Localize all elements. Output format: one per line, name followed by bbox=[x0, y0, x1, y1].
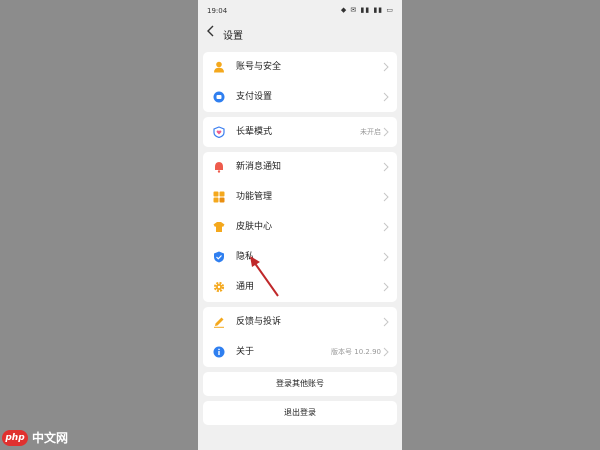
title-bar: 设置 bbox=[198, 22, 402, 44]
chevron-right-icon bbox=[383, 222, 389, 232]
status-icons: ◆ ✉ ▮▮ ▮▮ ▭ bbox=[340, 6, 394, 14]
pencil-icon bbox=[214, 317, 224, 328]
settings-item-feature-management[interactable]: 功能管理 bbox=[203, 182, 397, 212]
annotation-arrow bbox=[250, 256, 279, 297]
features-group: 新消息通知 功能管理 皮肤中心 隐私 通用 bbox=[203, 152, 397, 302]
settings-item-label: 新消息通知 bbox=[236, 162, 282, 172]
account-group: 账号与安全 支付设置 bbox=[203, 52, 397, 112]
settings-item-account-security[interactable]: 账号与安全 bbox=[203, 52, 397, 82]
chevron-right-icon bbox=[383, 62, 389, 72]
login-other-account-button[interactable]: 登录其他账号 bbox=[203, 372, 397, 396]
settings-item-feedback[interactable]: 反馈与投诉 bbox=[203, 307, 397, 337]
settings-item-general[interactable]: 通用 bbox=[203, 272, 397, 302]
mode-group: 长辈模式 未开启 bbox=[203, 117, 397, 147]
chevron-right-icon bbox=[383, 282, 389, 292]
settings-item-label: 关于 bbox=[236, 347, 255, 357]
settings-item-skin-center[interactable]: 皮肤中心 bbox=[203, 212, 397, 242]
settings-item-payment[interactable]: 支付设置 bbox=[203, 82, 397, 112]
chevron-right-icon bbox=[383, 347, 389, 357]
status-bar: 19:04 ◆ ✉ ▮▮ ▮▮ ▭ bbox=[198, 0, 402, 22]
settings-item-label: 反馈与投诉 bbox=[236, 317, 282, 327]
page-title: 设置 bbox=[223, 31, 243, 42]
elder-mode-status: 未开启 bbox=[360, 128, 381, 136]
chevron-right-icon bbox=[383, 192, 389, 202]
bell-icon bbox=[215, 162, 223, 173]
chevron-right-icon bbox=[383, 317, 389, 327]
settings-item-notifications[interactable]: 新消息通知 bbox=[203, 152, 397, 182]
shirt-icon bbox=[213, 222, 225, 232]
person-icon bbox=[214, 61, 224, 73]
grid-icon bbox=[213, 191, 225, 203]
settings-item-label: 账号与安全 bbox=[236, 62, 282, 72]
settings-item-privacy[interactable]: 隐私 bbox=[203, 242, 397, 272]
back-arrow-icon[interactable] bbox=[206, 25, 215, 37]
watermark-text: 中文网 bbox=[32, 431, 69, 445]
about-group: 反馈与投诉 关于 版本号 10.2.90 bbox=[203, 307, 397, 367]
phone-screen: 19:04 ◆ ✉ ▮▮ ▮▮ ▭ 设置 账号与安全 支付设置 长辈模式 未开启… bbox=[198, 0, 402, 450]
chevron-right-icon bbox=[383, 127, 389, 137]
settings-item-label: 长辈模式 bbox=[236, 127, 273, 137]
wallet-icon bbox=[213, 91, 225, 103]
settings-item-elder-mode[interactable]: 长辈模式 未开启 bbox=[203, 117, 397, 147]
version-number: 版本号 10.2.90 bbox=[331, 348, 381, 356]
chevron-right-icon bbox=[383, 92, 389, 102]
settings-item-label: 皮肤中心 bbox=[236, 222, 273, 232]
settings-item-label: 支付设置 bbox=[236, 92, 273, 102]
info-icon bbox=[213, 346, 225, 358]
gear-icon bbox=[213, 281, 225, 293]
logout-button[interactable]: 退出登录 bbox=[203, 401, 397, 425]
settings-item-label: 功能管理 bbox=[236, 192, 273, 202]
watermark: php 中文网 bbox=[2, 428, 92, 448]
chevron-right-icon bbox=[383, 252, 389, 262]
status-time: 19:04 bbox=[207, 7, 228, 15]
heart-shield-icon bbox=[213, 126, 225, 138]
watermark-logo: php bbox=[2, 430, 28, 446]
chevron-right-icon bbox=[383, 162, 389, 172]
shield-icon bbox=[214, 251, 224, 263]
settings-item-about[interactable]: 关于 版本号 10.2.90 bbox=[203, 337, 397, 367]
